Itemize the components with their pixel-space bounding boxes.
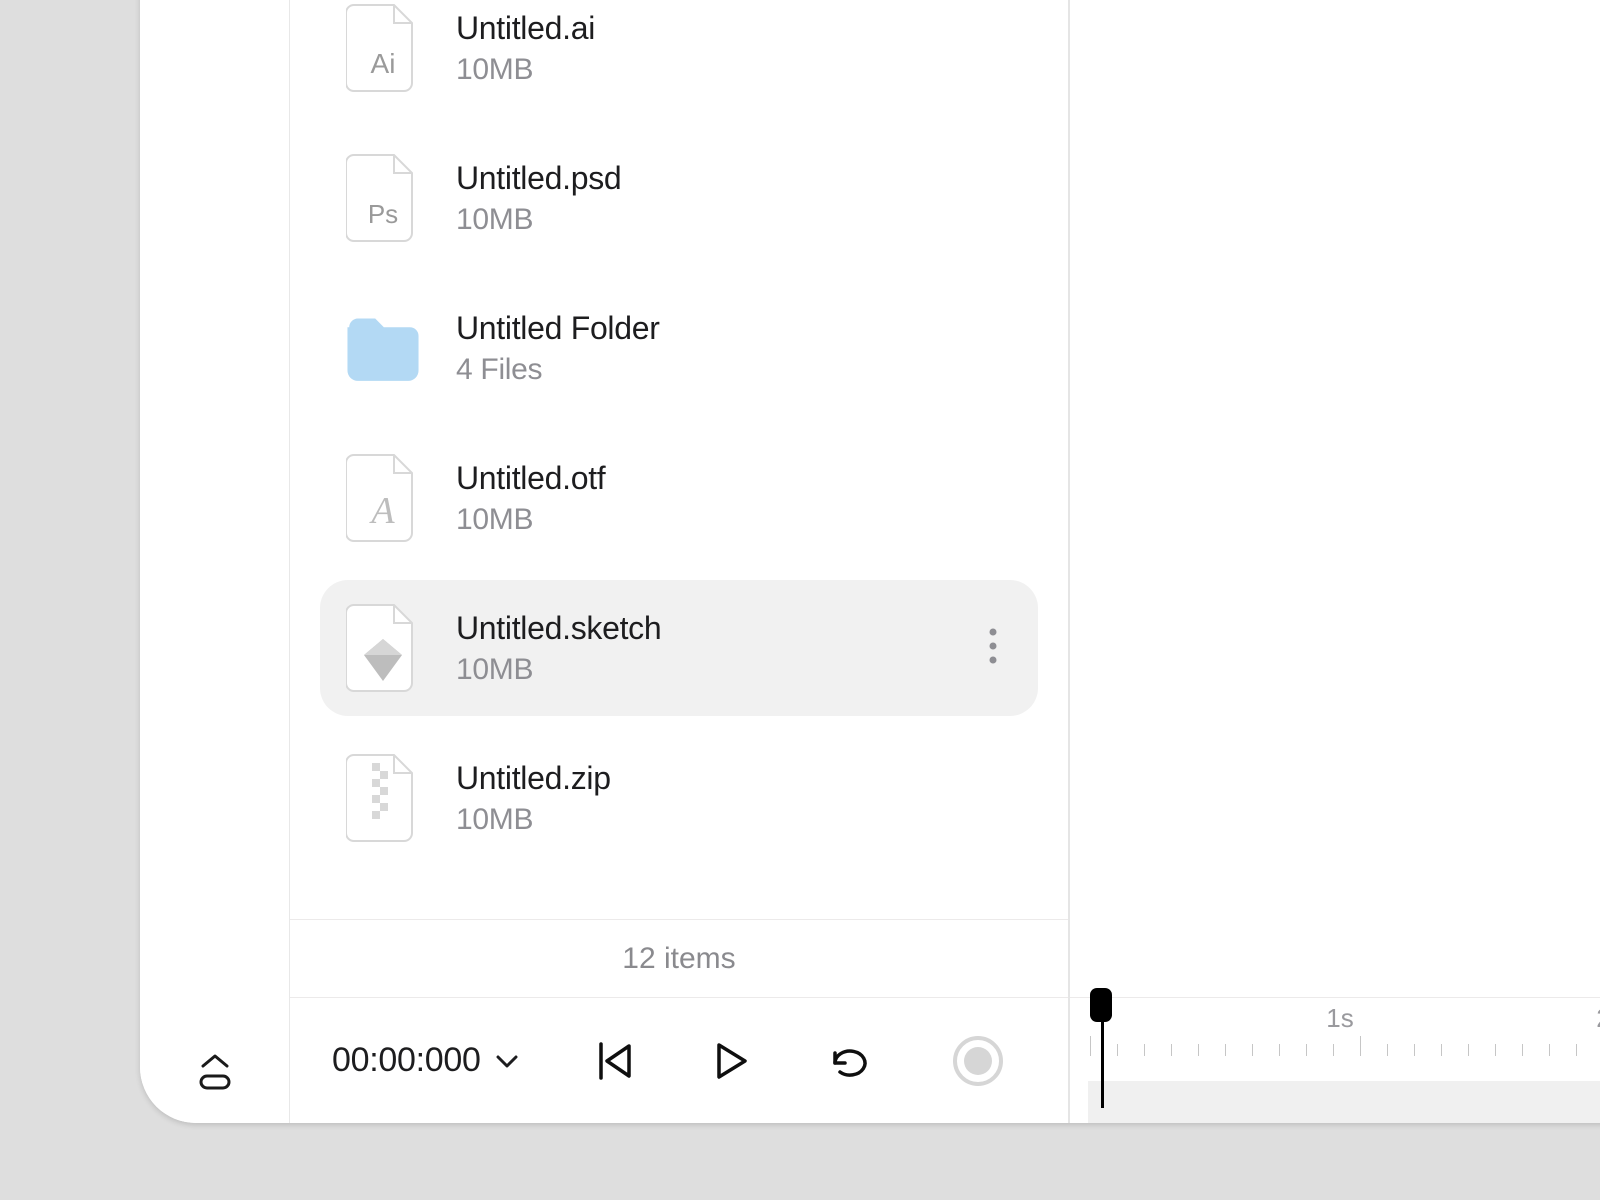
file-name: Untitled.sketch xyxy=(456,610,938,647)
loop-button[interactable] xyxy=(827,1041,877,1081)
tool-strip xyxy=(140,0,290,1123)
timeline-playhead[interactable] xyxy=(1090,988,1114,1108)
play-button[interactable] xyxy=(711,1039,751,1083)
file-row-selected[interactable]: Untitled.sketch 10MB xyxy=(320,580,1038,716)
file-count: 4 Files xyxy=(456,353,1014,387)
status-bar: 12 items xyxy=(290,919,1068,997)
timeline-ruler: 1s 2s xyxy=(1070,998,1600,1056)
svg-text:Ai: Ai xyxy=(371,48,396,79)
svg-text:Ps: Ps xyxy=(368,199,398,229)
eject-button[interactable] xyxy=(189,1048,241,1099)
zip-file-icon xyxy=(344,752,422,844)
folder-icon xyxy=(344,302,422,394)
file-row[interactable]: Ai Untitled.ai 10MB xyxy=(320,0,1038,116)
file-row[interactable]: A Untitled.otf 10MB xyxy=(320,430,1038,566)
timeline-track[interactable] xyxy=(1088,1081,1600,1123)
file-list: Ai Untitled.ai 10MB Ps xyxy=(290,0,1068,919)
file-row[interactable]: Untitled.zip 10MB xyxy=(320,730,1038,866)
ai-file-icon: Ai xyxy=(344,2,422,94)
file-size: 10MB xyxy=(456,203,1014,237)
item-count: 12 items xyxy=(622,942,735,976)
file-name: Untitled Folder xyxy=(456,310,1014,347)
app-window: Ai Untitled.ai 10MB Ps xyxy=(140,0,1600,1123)
time-value: 00:00:000 xyxy=(332,1041,481,1080)
file-panel: Ai Untitled.ai 10MB Ps xyxy=(290,0,1070,1123)
file-name: Untitled.otf xyxy=(456,460,1014,497)
file-size: 10MB xyxy=(456,803,1014,837)
file-size: 10MB xyxy=(456,53,1014,87)
psd-file-icon: Ps xyxy=(344,152,422,244)
file-row[interactable]: Ps Untitled.psd 10MB xyxy=(320,130,1038,266)
playback-bar: 00:00:000 xyxy=(290,997,1068,1123)
record-button[interactable] xyxy=(953,1036,1003,1086)
file-name: Untitled.zip xyxy=(456,760,1014,797)
timeline-label: 2s xyxy=(1596,1003,1600,1034)
file-size: 10MB xyxy=(456,653,938,687)
chevron-down-icon xyxy=(495,1053,519,1069)
file-name: Untitled.psd xyxy=(456,160,1014,197)
timeline-panel[interactable]: 1s 2s xyxy=(1070,997,1600,1123)
file-size: 10MB xyxy=(456,503,1014,537)
sketch-file-icon xyxy=(344,602,422,694)
svg-text:A: A xyxy=(368,490,395,532)
font-file-icon: A xyxy=(344,452,422,544)
timeline-label: 1s xyxy=(1326,1003,1353,1034)
time-display[interactable]: 00:00:000 xyxy=(332,1041,519,1080)
file-row[interactable]: Untitled Folder 4 Files xyxy=(320,280,1038,416)
file-name: Untitled.ai xyxy=(456,10,1014,47)
more-options-button[interactable] xyxy=(972,618,1014,679)
skip-back-button[interactable] xyxy=(595,1040,635,1082)
